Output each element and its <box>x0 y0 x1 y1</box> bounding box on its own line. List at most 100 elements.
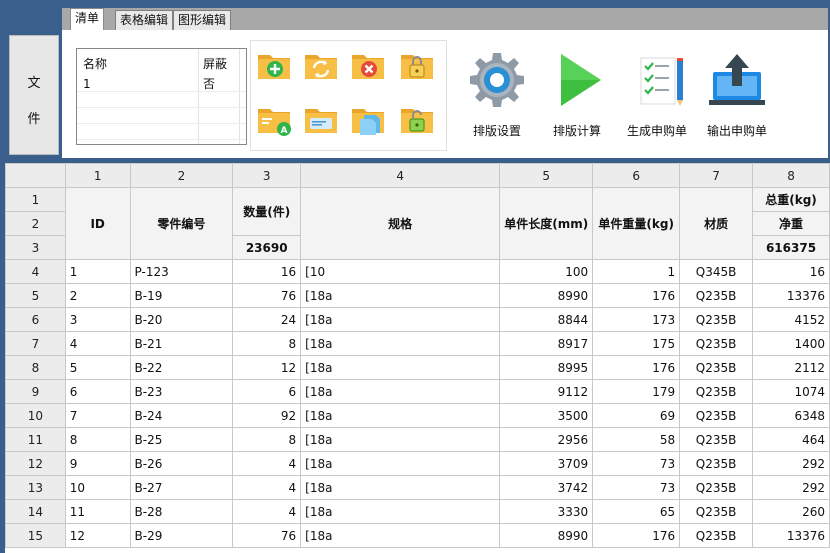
row-number[interactable]: 8 <box>5 355 66 380</box>
cell-total-weight[interactable]: 260 <box>752 499 830 524</box>
cell-part-no[interactable]: B-25 <box>129 427 234 452</box>
row-number[interactable]: 5 <box>5 283 66 308</box>
cell-id[interactable]: 9 <box>64 451 131 476</box>
cell-id[interactable]: 4 <box>64 331 131 356</box>
folder-add-icon[interactable] <box>256 47 292 83</box>
cell-total-weight[interactable]: 1400 <box>752 331 830 356</box>
table-row[interactable]: 10 7 B-24 92 [18a 3500 69 Q235B 6348 <box>5 403 830 428</box>
cell-qty[interactable]: 12 <box>232 355 302 380</box>
cell-part-no[interactable]: B-23 <box>129 379 234 404</box>
cell-unit-length[interactable]: 3709 <box>499 451 594 476</box>
row-number[interactable]: 4 <box>5 259 66 284</box>
layer-listbox[interactable]: 名称 屏蔽 1 否 <box>76 48 247 145</box>
cell-material[interactable]: Q235B <box>679 283 754 308</box>
cell-id[interactable]: 12 <box>64 523 131 548</box>
cell-part-no[interactable]: B-20 <box>129 307 234 332</box>
folder-copy-icon[interactable] <box>350 101 386 137</box>
cell-spec[interactable]: [18a <box>300 379 501 404</box>
cell-id[interactable]: 1 <box>64 259 131 284</box>
cell-qty[interactable]: 4 <box>232 499 302 524</box>
cell-unit-weight[interactable]: 179 <box>592 379 681 404</box>
cell-part-no[interactable]: B-26 <box>129 451 234 476</box>
file-button[interactable]: 文 件 <box>9 35 59 155</box>
cell-spec[interactable]: [18a <box>300 331 501 356</box>
cell-unit-length[interactable]: 8917 <box>499 331 594 356</box>
column-number[interactable]: 3 <box>232 163 302 188</box>
cell-material[interactable]: Q235B <box>679 427 754 452</box>
cell-spec[interactable]: [18a <box>300 283 501 308</box>
cell-total-weight[interactable]: 464 <box>752 427 830 452</box>
cell-total-weight[interactable]: 292 <box>752 475 830 500</box>
cell-material[interactable]: Q235B <box>679 523 754 548</box>
cell-material[interactable]: Q235B <box>679 475 754 500</box>
folder-lock-icon[interactable] <box>399 47 435 83</box>
cell-unit-weight[interactable]: 1 <box>592 259 681 284</box>
table-row[interactable]: 9 6 B-23 6 [18a 9112 179 Q235B 1074 <box>5 379 830 404</box>
cell-unit-weight[interactable]: 69 <box>592 403 681 428</box>
cell-total-weight[interactable]: 6348 <box>752 403 830 428</box>
row-number[interactable]: 1 <box>5 187 66 212</box>
cell-spec[interactable]: [18a <box>300 403 501 428</box>
cell-spec[interactable]: [18a <box>300 355 501 380</box>
row-number[interactable]: 15 <box>5 523 66 548</box>
cell-spec[interactable]: [18a <box>300 307 501 332</box>
column-number[interactable]: 1 <box>64 163 131 188</box>
cell-qty[interactable]: 4 <box>232 475 302 500</box>
cell-material[interactable]: Q235B <box>679 331 754 356</box>
listbox-cell-name[interactable]: 1 <box>83 77 91 91</box>
cell-id[interactable]: 11 <box>64 499 131 524</box>
row-number[interactable]: 3 <box>5 235 66 260</box>
cell-unit-length[interactable]: 3742 <box>499 475 594 500</box>
table-row[interactable]: 11 8 B-25 8 [18a 2956 58 Q235B 464 <box>5 427 830 452</box>
folder-refresh-icon[interactable] <box>303 47 339 83</box>
row-number[interactable]: 7 <box>5 331 66 356</box>
table-row[interactable]: 8 5 B-22 12 [18a 8995 176 Q235B 2112 <box>5 355 830 380</box>
cell-unit-weight[interactable]: 176 <box>592 283 681 308</box>
row-number[interactable]: 13 <box>5 475 66 500</box>
cell-unit-length[interactable]: 9112 <box>499 379 594 404</box>
cell-id[interactable]: 8 <box>64 427 131 452</box>
cell-unit-weight[interactable]: 175 <box>592 331 681 356</box>
table-row[interactable]: 4 1 P-123 16 [10 100 1 Q345B 16 <box>5 259 830 284</box>
table-row[interactable]: 13 10 B-27 4 [18a 3742 73 Q235B 292 <box>5 475 830 500</box>
export-po-button[interactable]: 输出申购单 <box>697 50 777 146</box>
weight-total[interactable]: 616375 <box>752 235 830 260</box>
cell-spec[interactable]: [18a <box>300 427 501 452</box>
cell-part-no[interactable]: B-29 <box>129 523 234 548</box>
header-spec[interactable]: 规格 <box>300 187 501 260</box>
cell-unit-weight[interactable]: 176 <box>592 523 681 548</box>
cell-unit-length[interactable]: 3330 <box>499 499 594 524</box>
layout-settings-button[interactable]: 排版设置 <box>457 50 537 146</box>
cell-spec[interactable]: [18a <box>300 451 501 476</box>
table-row[interactable]: 5 2 B-19 76 [18a 8990 176 Q235B 13376 <box>5 283 830 308</box>
folder-unlock-icon[interactable] <box>399 101 435 137</box>
cell-qty[interactable]: 16 <box>232 259 302 284</box>
folder-user-icon[interactable]: A <box>256 101 292 137</box>
cell-part-no[interactable]: B-19 <box>129 283 234 308</box>
cell-unit-length[interactable]: 3500 <box>499 403 594 428</box>
tab-list[interactable]: 清单 <box>70 8 105 31</box>
row-number[interactable]: 2 <box>5 211 66 236</box>
cell-part-no[interactable]: B-24 <box>129 403 234 428</box>
cell-spec[interactable]: [18a <box>300 523 501 548</box>
header-unit-length[interactable]: 单件长度(mm) <box>499 187 594 260</box>
row-number[interactable]: 12 <box>5 451 66 476</box>
parts-grid[interactable]: 1 2 3 4 5 6 7 8 1 ID 零件编号 数量(件) 规格 单件长度(… <box>5 163 830 553</box>
row-number[interactable]: 6 <box>5 307 66 332</box>
cell-part-no[interactable]: B-21 <box>129 331 234 356</box>
column-number[interactable]: 6 <box>592 163 681 188</box>
folder-card-icon[interactable] <box>303 101 339 137</box>
cell-id[interactable]: 5 <box>64 355 131 380</box>
folder-delete-icon[interactable] <box>350 47 386 83</box>
cell-material[interactable]: Q235B <box>679 379 754 404</box>
qty-total[interactable]: 23690 <box>232 235 302 260</box>
row-number[interactable]: 14 <box>5 499 66 524</box>
cell-id[interactable]: 10 <box>64 475 131 500</box>
layout-compute-button[interactable]: 排版计算 <box>537 50 617 146</box>
cell-id[interactable]: 6 <box>64 379 131 404</box>
header-material[interactable]: 材质 <box>679 187 754 260</box>
cell-material[interactable]: Q235B <box>679 451 754 476</box>
column-number[interactable]: 5 <box>499 163 594 188</box>
cell-material[interactable]: Q235B <box>679 355 754 380</box>
row-number[interactable]: 10 <box>5 403 66 428</box>
